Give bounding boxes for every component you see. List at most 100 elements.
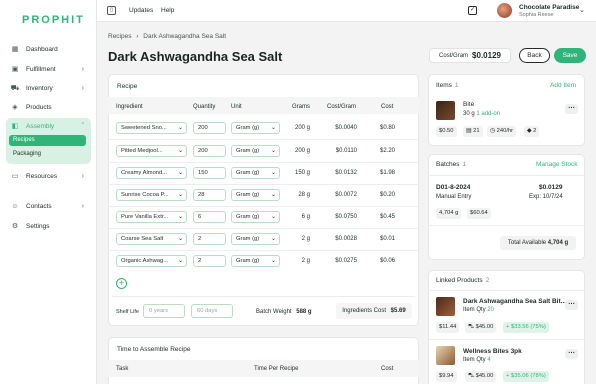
sidebar: PROPHIT ▦ Dashboard ▣ Fulfillment › ⛟ In…: [0, 0, 97, 384]
grams-value: 2 g: [301, 236, 310, 242]
section-divider: [428, 225, 585, 226]
sidebar-item-assembly[interactable]: ◧ Assembly ˆ: [6, 118, 90, 134]
product-margin-chip: + $33.56 (75%): [503, 322, 549, 333]
chevron-down-icon: ⌄: [270, 214, 276, 220]
unit-select[interactable]: Gram (g) ⌄: [231, 189, 280, 201]
avatar[interactable]: [497, 3, 512, 18]
chevron-down-icon: ⌄: [270, 192, 276, 198]
cost-value: $1.98: [379, 170, 395, 176]
ingredient-select[interactable]: Pitted Medjool... ⌄: [116, 145, 187, 157]
quantity-input[interactable]: 200: [193, 145, 226, 157]
ingredient-select[interactable]: Sweetened Sno... ⌄: [116, 122, 187, 134]
batch-id: D01-8-2024: [436, 184, 471, 191]
sidebar-item-products[interactable]: ◈ Products: [6, 99, 90, 115]
back-button[interactable]: Back: [519, 48, 550, 63]
add-item-link[interactable]: Add Item: [550, 82, 576, 89]
sidebar-subitem-packaging[interactable]: Packaging: [13, 151, 41, 157]
cost-value: $0.45: [379, 214, 395, 220]
recipe-card-title: Recipe: [117, 83, 138, 90]
folder-icon: ▭: [11, 173, 19, 180]
col-unit: Unit: [231, 104, 242, 110]
product-qty: Item Qty 4: [463, 357, 491, 363]
ingredient-select[interactable]: Organic Ashwag... ⌄: [116, 255, 187, 267]
gear-icon: ⚙: [11, 223, 19, 230]
shelf-life-days-input[interactable]: 60 days: [191, 304, 233, 318]
sidebar-subitem-recipes[interactable]: Recipes: [9, 135, 86, 146]
product-name[interactable]: Dark Ashwagandha Sea Salt Bit...: [463, 298, 566, 305]
unit-value: Gram (g): [236, 214, 260, 220]
product-price-chip: $11.44: [436, 322, 460, 333]
manage-stock-link[interactable]: Manage Stock: [536, 161, 578, 168]
ingredient-select[interactable]: Creamy Almond... ⌄: [116, 167, 187, 179]
batch-cost: $0.0129: [539, 184, 563, 191]
chevron-down-icon: ⌄: [177, 125, 183, 131]
quantity-input[interactable]: 150: [193, 167, 226, 179]
row-divider: [108, 139, 419, 140]
ingredient-select[interactable]: Sunrise Cocoa P... ⌄: [116, 189, 187, 201]
section-divider: [428, 175, 585, 176]
row-divider: [108, 228, 419, 229]
batch-weight: Batch Weight 588 g: [256, 309, 312, 315]
chevron-down-icon: ⌄: [270, 125, 276, 131]
quantity-input[interactable]: 28: [193, 189, 226, 201]
unit-select[interactable]: Gram (g) ⌄: [231, 255, 280, 267]
items-card-title: Items 1: [436, 82, 459, 89]
quantity-input[interactable]: 2: [193, 233, 226, 245]
sidebar-item-label: Settings: [26, 222, 50, 230]
chevron-down-icon: ⌄: [177, 192, 183, 198]
shelf-life-label: Shelf Life: [116, 309, 139, 315]
more-options-icon[interactable]: …: [565, 299, 578, 310]
chevron-down-icon: ⌄: [177, 258, 183, 264]
tasks-check-icon[interactable]: ✓: [468, 6, 477, 15]
sidebar-item-label: Resources: [26, 172, 58, 180]
chevron-down-icon[interactable]: ⌄: [579, 6, 585, 14]
chevron-down-icon: ⌄: [177, 170, 183, 176]
contacts-icon: ☺: [11, 202, 19, 210]
sidebar-item-dashboard[interactable]: ▦ Dashboard: [6, 41, 90, 57]
ingredients-cost-value: $5.69: [390, 308, 406, 314]
unit-select[interactable]: Gram (g) ⌄: [231, 233, 280, 245]
grid-icon: ▦: [11, 46, 19, 53]
help-link[interactable]: Help: [161, 7, 174, 14]
sidebar-item-resources[interactable]: ▭ Resources ›: [6, 168, 90, 184]
item-addon[interactable]: 1 add-on: [476, 111, 500, 117]
item-detail: 30 g 1 add-on: [463, 111, 500, 117]
more-options-icon[interactable]: …: [565, 103, 578, 114]
quantity-input[interactable]: 6: [193, 211, 226, 223]
unit-select[interactable]: Gram (g) ⌄: [231, 145, 280, 157]
breadcrumb-root[interactable]: Recipes: [108, 33, 131, 40]
grams-value: 200 g: [294, 125, 310, 131]
unit-select[interactable]: Gram (g) ⌄: [231, 122, 280, 134]
truck-icon: ⛟: [10, 84, 20, 92]
breadcrumb-separator: ›: [136, 33, 139, 40]
shelf-life-years-input[interactable]: 0 years: [143, 304, 185, 318]
linked-title: Linked Products: [436, 277, 483, 284]
product-name[interactable]: Wellness Bites 3pk: [463, 348, 522, 355]
sidebar-item-fulfillment[interactable]: ▣ Fulfillment ›: [6, 61, 90, 77]
sidebar-item-settings[interactable]: ⚙ Settings: [6, 218, 90, 234]
batch-weight-label: Batch Weight: [256, 309, 292, 315]
add-ingredient-button[interactable]: +: [116, 278, 127, 289]
ingredient-select[interactable]: Pure Vanilla Extr... ⌄: [116, 211, 187, 223]
cart-icon: ⛍: [468, 324, 476, 330]
collapse-sidebar-icon[interactable]: ▯: [107, 6, 116, 15]
ingredient-select[interactable]: Coarse Sea Salt ⌄: [116, 233, 187, 245]
sidebar-item-contacts[interactable]: ☺ Contacts ›: [6, 198, 90, 214]
quantity-input[interactable]: 200: [193, 122, 226, 134]
ingredient-value: Pure Vanilla Extr...: [121, 214, 169, 220]
sidebar-item-inventory[interactable]: ⛟ Inventory ›: [6, 80, 90, 96]
unit-select[interactable]: Gram (g) ⌄: [231, 211, 280, 223]
cost-per-gram-value: $0.0110: [335, 148, 357, 154]
item-name: Bite: [463, 101, 475, 108]
updates-link[interactable]: Updates: [129, 7, 153, 14]
breadcrumb: Recipes › Dark Ashwagandha Sea Salt: [108, 33, 226, 40]
col-task: Task: [116, 366, 129, 372]
product-qty-label: Item Qty: [463, 357, 486, 363]
recipe-table-header: [108, 97, 419, 114]
app-logo: PROPHIT: [22, 14, 85, 26]
more-options-icon[interactable]: …: [565, 348, 578, 359]
sidebar-item-label: Assembly: [26, 122, 55, 130]
save-button[interactable]: Save: [554, 48, 586, 63]
quantity-input[interactable]: 2: [193, 255, 226, 267]
unit-select[interactable]: Gram (g) ⌄: [231, 167, 280, 179]
